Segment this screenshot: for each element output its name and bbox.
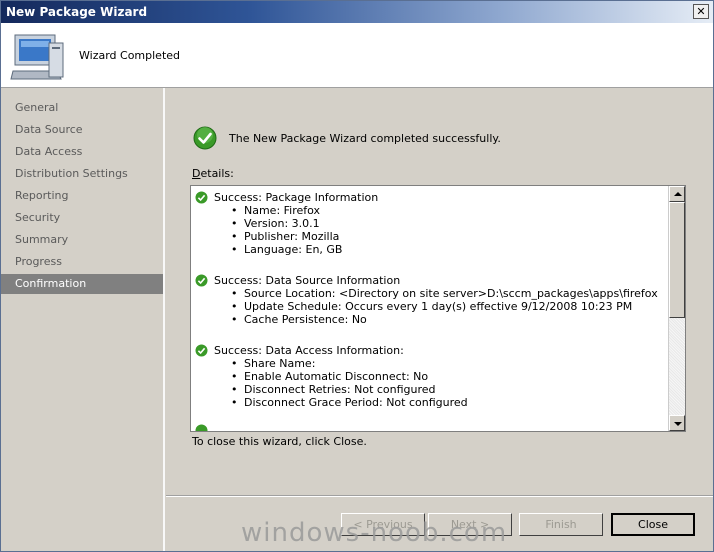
scroll-up-button[interactable] (669, 186, 685, 202)
arrow-up-icon (674, 192, 682, 196)
details-section-data-access: Success: Data Access Information: Share … (195, 344, 665, 414)
details-section-title: Success: Data Source Information (214, 274, 401, 287)
arrow-down-icon (674, 422, 682, 426)
details-textbox[interactable]: Success: Package Information Name: Firef… (190, 185, 686, 432)
header-title: Wizard Completed (79, 49, 181, 62)
list-item: Share Name: (231, 357, 468, 370)
wizard-steps-sidebar: General Data Source Data Access Distribu… (1, 88, 165, 551)
success-message: The New Package Wizard completed success… (229, 132, 501, 145)
wizard-header: Wizard Completed (1, 23, 713, 88)
sidebar-item-progress[interactable]: Progress (1, 252, 163, 272)
finish-button[interactable]: Finish (519, 513, 603, 536)
details-section-data-source: Success: Data Source Information Source … (195, 274, 665, 334)
wizard-window: New Package Wizard ✕ Wizard Completed Ge… (0, 0, 714, 552)
sidebar-item-confirmation[interactable]: Confirmation (1, 274, 163, 294)
list-item: Publisher: Mozilla (231, 230, 342, 243)
list-item: Source Location: <Directory on site serv… (231, 287, 658, 300)
close-window-button[interactable]: ✕ (693, 4, 709, 19)
list-item: Name: Firefox (231, 204, 342, 217)
close-icon: ✕ (696, 5, 706, 18)
sidebar-item-distribution-settings[interactable]: Distribution Settings (1, 164, 163, 184)
sidebar-item-data-source[interactable]: Data Source (1, 120, 163, 140)
success-check-icon (195, 274, 208, 287)
success-check-icon (195, 424, 208, 431)
list-item: Update Schedule: Occurs every 1 day(s) e… (231, 300, 658, 313)
wizard-content: The New Package Wizard completed success… (166, 88, 713, 551)
list-item: Version: 3.0.1 (231, 217, 342, 230)
list-item: Cache Persistence: No (231, 313, 658, 326)
sidebar-item-data-access[interactable]: Data Access (1, 142, 163, 162)
success-check-icon (195, 191, 208, 204)
details-label: Details: (192, 167, 234, 180)
sidebar-item-general[interactable]: General (1, 98, 163, 118)
sidebar-item-security[interactable]: Security (1, 208, 163, 228)
close-hint-text: To close this wizard, click Close. (192, 435, 367, 448)
close-button[interactable]: Close (611, 513, 695, 536)
button-separator (166, 495, 713, 497)
details-label-text: etails: (200, 167, 234, 180)
details-section-package: Success: Package Information Name: Firef… (195, 191, 665, 261)
details-scrollbar[interactable] (668, 186, 685, 431)
details-list: Source Location: <Directory on site serv… (231, 287, 658, 326)
list-item: Disconnect Grace Period: Not configured (231, 396, 468, 409)
window-title: New Package Wizard (6, 5, 148, 19)
details-list: Name: Firefox Version: 3.0.1 Publisher: … (231, 204, 342, 256)
details-section-title: Success: Package Information (214, 191, 379, 204)
success-check-icon (193, 126, 217, 150)
list-item: Language: En, GB (231, 243, 342, 256)
sidebar-item-summary[interactable]: Summary (1, 230, 163, 250)
title-bar[interactable]: New Package Wizard ✕ (1, 1, 713, 23)
details-section-title: Success: Data Access Information: (214, 344, 404, 357)
list-item: Enable Automatic Disconnect: No (231, 370, 468, 383)
scroll-down-button[interactable] (669, 415, 685, 431)
sidebar-item-reporting[interactable]: Reporting (1, 186, 163, 206)
success-check-icon (195, 344, 208, 357)
details-content: Success: Package Information Name: Firef… (191, 186, 667, 431)
scroll-thumb[interactable] (669, 202, 685, 318)
details-list: Share Name: Enable Automatic Disconnect:… (231, 357, 468, 409)
list-item: Disconnect Retries: Not configured (231, 383, 468, 396)
watermark: windows-noob.com (241, 518, 508, 548)
computer-icon (10, 34, 64, 80)
